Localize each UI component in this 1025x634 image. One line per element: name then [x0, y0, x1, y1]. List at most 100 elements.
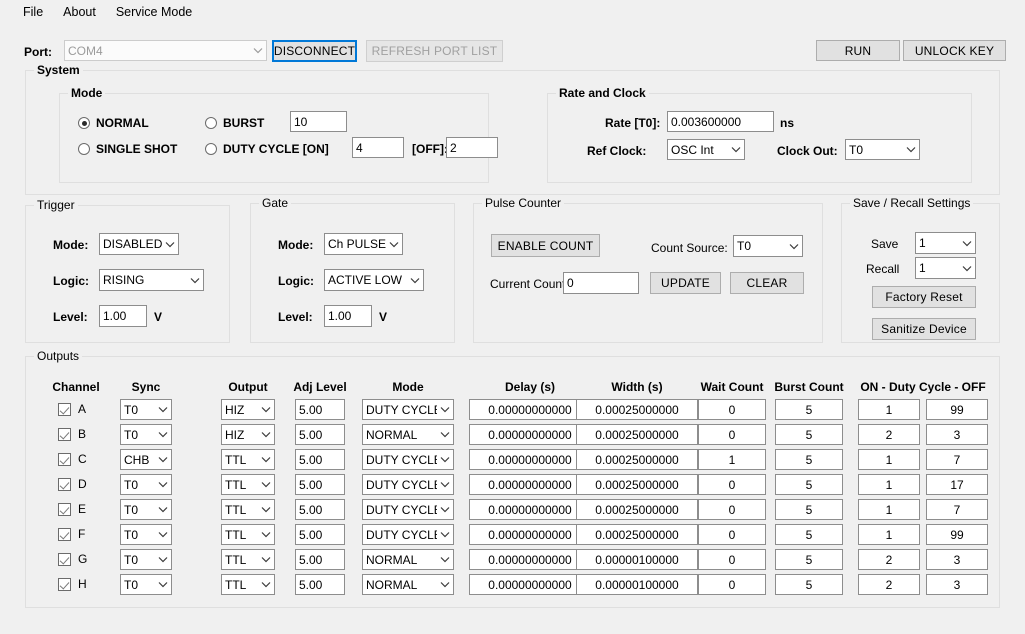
delay-input-c[interactable]: 0.00000000000	[469, 449, 591, 470]
enable-count-button[interactable]: ENABLE COUNT	[491, 234, 600, 257]
duty-off-input-g[interactable]: 3	[926, 549, 988, 570]
burst-count-input-c[interactable]: 5	[775, 449, 843, 470]
sanitize-device-button[interactable]: Sanitize Device	[872, 318, 976, 340]
sync-select-e[interactable]: T0	[120, 499, 172, 520]
burst-count-input[interactable]: 10	[290, 111, 347, 132]
rate-input[interactable]: 0.003600000	[667, 111, 774, 132]
channel-enable-checkbox-d[interactable]	[58, 478, 71, 491]
duty-off-input-a[interactable]: 99	[926, 399, 988, 420]
delay-input-d[interactable]: 0.00000000000	[469, 474, 591, 495]
burst-count-input-f[interactable]: 5	[775, 524, 843, 545]
radio-single-shot[interactable]: SINGLE SHOT	[78, 142, 177, 156]
width-input-g[interactable]: 0.00000100000	[576, 549, 698, 570]
output-select-h[interactable]: TTL	[221, 574, 275, 595]
duty-off-input-d[interactable]: 17	[926, 474, 988, 495]
duty-off-input[interactable]: 2	[446, 137, 498, 158]
recall-slot-select[interactable]: 1	[915, 257, 976, 279]
channel-enable-checkbox-b[interactable]	[58, 428, 71, 441]
output-select-g[interactable]: TTL	[221, 549, 275, 570]
delay-input-b[interactable]: 0.00000000000	[469, 424, 591, 445]
output-select-d[interactable]: TTL	[221, 474, 275, 495]
delay-input-g[interactable]: 0.00000000000	[469, 549, 591, 570]
ref-clock-select[interactable]: OSC Int	[667, 139, 745, 160]
duty-off-input-c[interactable]: 7	[926, 449, 988, 470]
delay-input-e[interactable]: 0.00000000000	[469, 499, 591, 520]
output-select-c[interactable]: TTL	[221, 449, 275, 470]
sync-select-b[interactable]: T0	[120, 424, 172, 445]
trigger-level-input[interactable]: 1.00	[99, 305, 147, 327]
menu-item-service-mode[interactable]: Service Mode	[106, 2, 202, 22]
menu-item-about[interactable]: About	[53, 2, 106, 22]
wait-count-input-g[interactable]: 0	[698, 549, 766, 570]
mode-select-a[interactable]: DUTY CYCLE	[362, 399, 454, 420]
channel-enable-checkbox-f[interactable]	[58, 528, 71, 541]
width-input-a[interactable]: 0.00025000000	[576, 399, 698, 420]
duty-on-input-c[interactable]: 1	[858, 449, 920, 470]
mode-select-d[interactable]: DUTY CYCLE	[362, 474, 454, 495]
adj-level-input-g[interactable]: 5.00	[295, 549, 345, 570]
wait-count-input-a[interactable]: 0	[698, 399, 766, 420]
wait-count-input-b[interactable]: 0	[698, 424, 766, 445]
gate-mode-select[interactable]: Ch PULSE I	[324, 233, 403, 255]
duty-off-input-e[interactable]: 7	[926, 499, 988, 520]
burst-count-input-a[interactable]: 5	[775, 399, 843, 420]
sync-select-c[interactable]: CHB	[120, 449, 172, 470]
duty-on-input-a[interactable]: 1	[858, 399, 920, 420]
delay-input-a[interactable]: 0.00000000000	[469, 399, 591, 420]
channel-enable-checkbox-g[interactable]	[58, 553, 71, 566]
duty-off-input-b[interactable]: 3	[926, 424, 988, 445]
adj-level-input-e[interactable]: 5.00	[295, 499, 345, 520]
mode-select-c[interactable]: DUTY CYCLE	[362, 449, 454, 470]
burst-count-input-h[interactable]: 5	[775, 574, 843, 595]
width-input-e[interactable]: 0.00025000000	[576, 499, 698, 520]
gate-level-input[interactable]: 1.00	[324, 305, 372, 327]
wait-count-input-d[interactable]: 0	[698, 474, 766, 495]
output-select-f[interactable]: TTL	[221, 524, 275, 545]
width-input-c[interactable]: 0.00025000000	[576, 449, 698, 470]
gate-logic-select[interactable]: ACTIVE LOW	[324, 269, 424, 291]
duty-on-input-f[interactable]: 1	[858, 524, 920, 545]
duty-on-input-b[interactable]: 2	[858, 424, 920, 445]
wait-count-input-h[interactable]: 0	[698, 574, 766, 595]
duty-on-input-h[interactable]: 2	[858, 574, 920, 595]
mode-select-g[interactable]: NORMAL	[362, 549, 454, 570]
output-select-b[interactable]: HIZ	[221, 424, 275, 445]
wait-count-input-f[interactable]: 0	[698, 524, 766, 545]
width-input-b[interactable]: 0.00025000000	[576, 424, 698, 445]
save-slot-select[interactable]: 1	[915, 232, 976, 254]
duty-on-input[interactable]: 4	[352, 137, 404, 158]
adj-level-input-f[interactable]: 5.00	[295, 524, 345, 545]
sync-select-h[interactable]: T0	[120, 574, 172, 595]
port-select[interactable]: COM4	[64, 40, 267, 61]
output-select-a[interactable]: HIZ	[221, 399, 275, 420]
channel-enable-checkbox-a[interactable]	[58, 403, 71, 416]
delay-input-h[interactable]: 0.00000000000	[469, 574, 591, 595]
unlock-key-button[interactable]: UNLOCK KEY	[903, 40, 1006, 61]
radio-burst[interactable]: BURST	[205, 116, 264, 130]
factory-reset-button[interactable]: Factory Reset	[872, 286, 976, 308]
mode-select-e[interactable]: DUTY CYCLE	[362, 499, 454, 520]
radio-normal[interactable]: NORMAL	[78, 116, 149, 130]
adj-level-input-b[interactable]: 5.00	[295, 424, 345, 445]
channel-enable-checkbox-c[interactable]	[58, 453, 71, 466]
burst-count-input-b[interactable]: 5	[775, 424, 843, 445]
adj-level-input-d[interactable]: 5.00	[295, 474, 345, 495]
count-source-select[interactable]: T0	[733, 235, 803, 257]
sync-select-a[interactable]: T0	[120, 399, 172, 420]
sync-select-g[interactable]: T0	[120, 549, 172, 570]
disconnect-button[interactable]: DISCONNECT	[272, 40, 357, 62]
clock-out-select[interactable]: T0	[845, 139, 920, 160]
duty-off-input-f[interactable]: 99	[926, 524, 988, 545]
sync-select-d[interactable]: T0	[120, 474, 172, 495]
trigger-mode-select[interactable]: DISABLED	[99, 233, 179, 255]
run-button[interactable]: RUN	[816, 40, 900, 61]
adj-level-input-h[interactable]: 5.00	[295, 574, 345, 595]
duty-off-input-h[interactable]: 3	[926, 574, 988, 595]
mode-select-h[interactable]: NORMAL	[362, 574, 454, 595]
menu-item-file[interactable]: File	[13, 2, 53, 22]
width-input-h[interactable]: 0.00000100000	[576, 574, 698, 595]
update-button[interactable]: UPDATE	[650, 272, 721, 294]
current-count-input[interactable]: 0	[563, 272, 639, 294]
duty-on-input-d[interactable]: 1	[858, 474, 920, 495]
wait-count-input-c[interactable]: 1	[698, 449, 766, 470]
